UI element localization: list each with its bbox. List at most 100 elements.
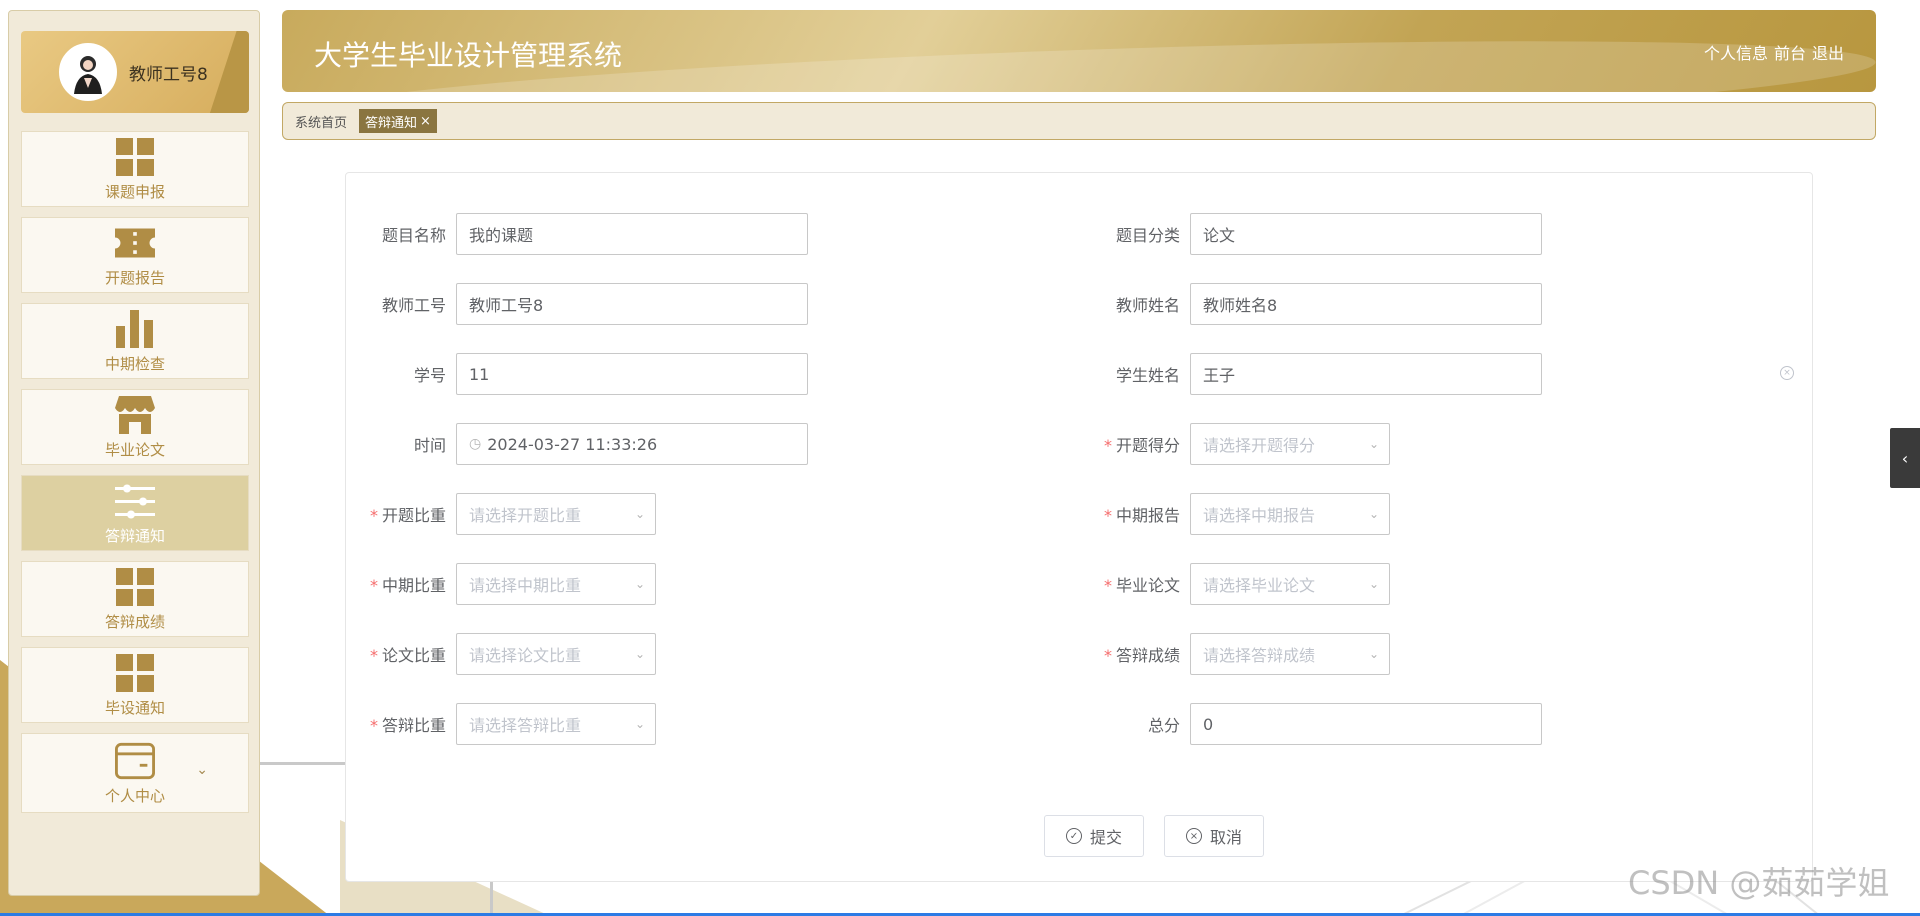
topic-name-field: 题目名称 我的课题 (346, 213, 808, 255)
sidebar-item-label: 课题申报 (104, 182, 165, 201)
ticket-icon (115, 223, 155, 263)
app-header: 大学生毕业设计管理系统 个人信息 前台 退出 (282, 10, 1876, 92)
sidebar-item-label: 个人中心 (104, 786, 165, 805)
field-label: * 中期报告 (1080, 502, 1190, 526)
teacher-id-field: 教师工号 教师工号8 (346, 283, 808, 325)
label-text: 开题比重 (381, 506, 446, 525)
student-name-input[interactable]: 王子 (1190, 353, 1542, 395)
midterm-weight-select[interactable]: 请选择中期比重 ⌄ (456, 563, 656, 605)
time-value: 2024-03-27 11:33:26 (487, 434, 658, 454)
time-picker[interactable]: ◷ 2024-03-27 11:33:26 (456, 423, 808, 465)
sidebar-item-graduation-notice[interactable]: 毕设通知 (21, 647, 249, 723)
label-text: 中期报告 (1115, 506, 1180, 525)
chevron-down-icon: ⌄ (1368, 507, 1379, 521)
defense-score-select[interactable]: 请选择答辩成绩 ⌄ (1190, 633, 1390, 675)
label-text: 毕业论文 (1115, 576, 1180, 595)
topic-name-input[interactable]: 我的课题 (456, 213, 808, 255)
breadcrumb-home[interactable]: 系统首页 (295, 112, 347, 131)
chevron-down-icon: ⌄ (634, 577, 645, 591)
clear-icon[interactable]: × (1780, 366, 1794, 380)
sidebar-item-graduation-thesis[interactable]: 毕业论文 (21, 389, 249, 465)
midterm-report-select[interactable]: 请选择中期报告 ⌄ (1190, 493, 1390, 535)
tab-label: 答辩通知 (365, 115, 418, 131)
time-field: 时间 ◷ 2024-03-27 11:33:26 (346, 423, 808, 465)
required-mark: * (1103, 506, 1112, 525)
submit-button[interactable]: ✓ 提交 (1044, 815, 1144, 857)
student-id-input[interactable]: 11 (456, 353, 808, 395)
logout-link[interactable]: 退出 (1812, 40, 1844, 64)
sliders-icon (115, 481, 155, 521)
collapse-handle[interactable]: ‹ (1890, 428, 1920, 488)
profile-link[interactable]: 个人信息 (1704, 40, 1768, 64)
field-label: 学号 (413, 366, 446, 385)
thesis-weight-select[interactable]: 请选择论文比重 ⌄ (456, 633, 656, 675)
select-placeholder: 请选择开题比重 (469, 506, 582, 525)
select-placeholder: 请选择中期比重 (469, 576, 582, 595)
chevron-down-icon: ⌄ (634, 507, 645, 521)
proposal-score-select[interactable]: 请选择开题得分 ⌄ (1190, 423, 1390, 465)
select-placeholder: 请选择论文比重 (469, 646, 582, 665)
defense-weight-select[interactable]: 请选择答辩比重 ⌄ (456, 703, 656, 745)
sidebar-item-label: 开题报告 (104, 268, 165, 287)
label-text: 论文比重 (381, 646, 446, 665)
proposal-weight-field: * 开题比重 请选择开题比重 ⌄ (346, 493, 656, 535)
submit-button-label: 提交 (1089, 828, 1122, 847)
chevron-down-icon: ⌄ (1368, 647, 1379, 661)
student-id-field: 学号 11 (346, 353, 808, 395)
close-icon[interactable]: × (420, 114, 431, 129)
sidebar-item-topic-application[interactable]: 课题申报 (21, 131, 249, 207)
label-text: 答辩比重 (381, 716, 446, 735)
required-mark: * (369, 576, 378, 595)
sidebar-item-label: 中期检查 (104, 354, 165, 373)
sidebar-item-defense-score[interactable]: 答辩成绩 (21, 561, 249, 637)
required-mark: * (1103, 646, 1112, 665)
select-placeholder: 请选择答辩比重 (469, 716, 582, 735)
proposal-weight-select[interactable]: 请选择开题比重 ⌄ (456, 493, 656, 535)
sidebar-item-label: 毕设通知 (104, 698, 165, 717)
select-placeholder: 请选择答辩成绩 (1203, 646, 1316, 665)
grid-icon (115, 137, 155, 177)
chevron-down-icon: ⌄ (1368, 577, 1379, 591)
proposal-score-field: * 开题得分 请选择开题得分 ⌄ (1080, 423, 1390, 465)
teacher-name-field: 教师姓名 教师姓名8 (1080, 283, 1542, 325)
field-label: 题目名称 (381, 226, 446, 245)
app-title: 大学生毕业设计管理系统 (314, 39, 623, 72)
thesis-weight-field: * 论文比重 请选择论文比重 ⌄ (346, 633, 656, 675)
required-mark: * (1103, 436, 1112, 455)
thesis-select[interactable]: 请选择毕业论文 ⌄ (1190, 563, 1390, 605)
field-label: 教师姓名 (1115, 296, 1180, 315)
sidebar-item-defense-notice[interactable]: 答辩通知 (21, 475, 249, 551)
user-profile: 教师工号8 (21, 31, 249, 113)
label-text: 答辩成绩 (1115, 646, 1180, 665)
field-label: 教师工号 (381, 296, 446, 315)
field-label: 学生姓名 (1115, 366, 1180, 385)
user-avatar-icon (74, 56, 102, 94)
frontend-link[interactable]: 前台 (1774, 40, 1806, 64)
defense-score-field: * 答辩成绩 请选择答辩成绩 ⌄ (1080, 633, 1390, 675)
sidebar-item-proposal-report[interactable]: 开题报告 (21, 217, 249, 293)
topic-category-input[interactable]: 论文 (1190, 213, 1542, 255)
sidebar-item-personal-center[interactable]: 个人中心 ⌄ (21, 733, 249, 813)
store-icon (115, 395, 155, 435)
student-name-field: 学生姓名 王子 (1080, 353, 1542, 395)
sidebar-item-midterm-check[interactable]: 中期检查 (21, 303, 249, 379)
label-text: 中期比重 (381, 576, 446, 595)
select-placeholder: 请选择毕业论文 (1203, 576, 1316, 595)
cancel-button[interactable]: × 取消 (1164, 815, 1264, 857)
label-text: 开题得分 (1115, 436, 1180, 455)
total-score-input[interactable]: 0 (1190, 703, 1542, 745)
select-placeholder: 请选择开题得分 (1203, 436, 1316, 455)
field-label: * 开题得分 (1080, 432, 1190, 456)
required-mark: * (369, 716, 378, 735)
required-mark: * (369, 506, 378, 525)
defense-notice-form: 题目名称 我的课题 题目分类 论文 教师工号 教师工号8 教师姓名 教师姓名8 … (345, 172, 1813, 882)
chevron-down-icon: ⌄ (1368, 437, 1379, 451)
teacher-name-input[interactable]: 教师姓名8 (1190, 283, 1542, 325)
teacher-id-input[interactable]: 教师工号8 (456, 283, 808, 325)
tab-defense-notice[interactable]: 答辩通知 × (359, 109, 437, 133)
header-links: 个人信息 前台 退出 (1704, 40, 1844, 64)
chevron-down-icon: ⌄ (634, 647, 645, 661)
chevron-down-icon[interactable]: ⌄ (196, 762, 208, 778)
close-circle-icon: × (1185, 828, 1202, 844)
midterm-report-field: * 中期报告 请选择中期报告 ⌄ (1080, 493, 1390, 535)
